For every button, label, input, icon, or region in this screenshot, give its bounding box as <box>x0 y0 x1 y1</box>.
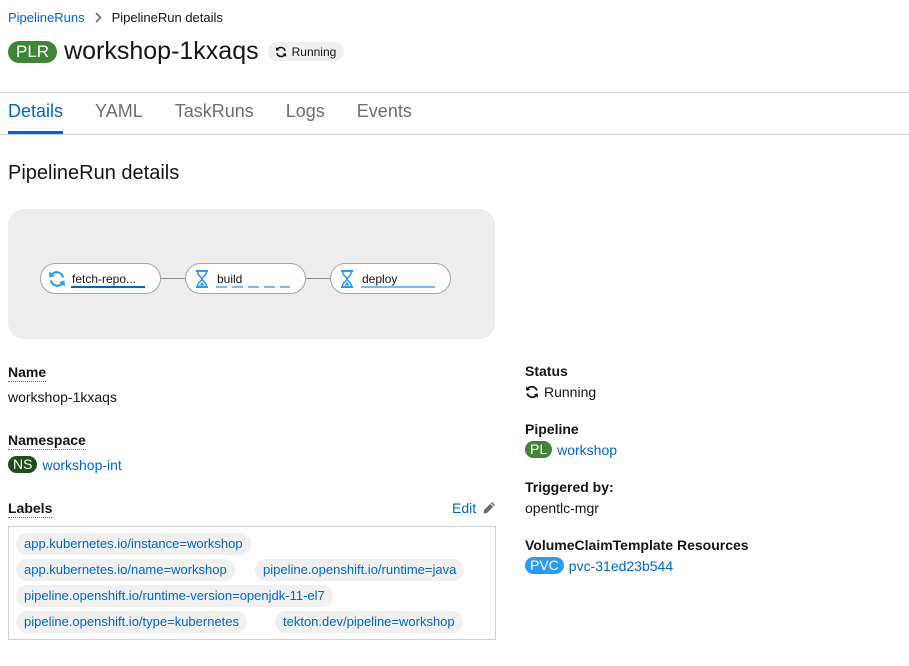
sync-icon <box>48 270 66 288</box>
status-label: Status <box>525 363 568 379</box>
graph-connector <box>306 278 330 279</box>
triggered-by-value: opentlc-mgr <box>525 500 599 516</box>
label-chip[interactable]: pipeline.openshift.io/runtime-version=op… <box>16 585 333 607</box>
page-title: workshop-1kxaqs <box>64 37 259 65</box>
volume-claim-value: PVC pvc-31ed23b544 <box>525 557 673 574</box>
hourglass-icon <box>338 269 356 288</box>
tab-yaml[interactable]: YAML <box>95 101 143 134</box>
sync-icon <box>525 385 539 399</box>
status-badge: Running <box>267 42 345 61</box>
pipeline-badge: PL <box>525 441 553 458</box>
name-label: Name <box>8 364 47 382</box>
task-node-label: fetch-repo... <box>72 271 137 286</box>
label-chip[interactable]: app.kubernetes.io/name=workshop <box>16 559 235 581</box>
pvc-link[interactable]: pvc-31ed23b544 <box>569 558 673 574</box>
pipelinerun-badge: PLR <box>8 40 58 63</box>
label-chip[interactable]: app.kubernetes.io/instance=workshop <box>16 533 251 555</box>
label-chip[interactable]: tekton.dev/pipeline=workshop <box>275 611 463 633</box>
page-header: PLR workshop-1kxaqs Running <box>8 37 345 66</box>
triggered-by-label: Triggered by: <box>525 479 614 495</box>
pipeline-graph: fetch-repo... build deploy <box>8 209 495 339</box>
labels-container: app.kubernetes.io/instance=workshop app.… <box>8 526 496 640</box>
name-value: workshop-1kxaqs <box>8 389 117 405</box>
label-chip[interactable]: pipeline.openshift.io/runtime=java <box>255 559 465 581</box>
section-title: PipelineRun details <box>8 162 180 184</box>
task-progress-bar <box>71 286 145 288</box>
tab-details[interactable]: Details <box>8 101 64 134</box>
labels-label: Labels <box>8 500 53 518</box>
tab-bar: Details YAML TaskRuns Logs Events <box>8 101 444 134</box>
pipeline-label: Pipeline <box>525 421 579 437</box>
header-divider <box>0 92 909 93</box>
task-node-fetch-repository[interactable]: fetch-repo... <box>40 263 161 294</box>
task-node-build[interactable]: build <box>185 263 306 294</box>
graph-connector <box>161 278 185 279</box>
pipeline-link[interactable]: workshop <box>557 442 617 458</box>
task-node-deploy[interactable]: deploy <box>330 263 451 294</box>
pencil-icon <box>483 502 496 514</box>
task-progress-bar <box>361 286 435 288</box>
tabs-divider <box>0 134 909 135</box>
edit-labels-button[interactable]: Edit <box>452 500 496 516</box>
edit-labels-label: Edit <box>452 500 477 516</box>
hourglass-icon <box>193 269 211 288</box>
status-value: Running <box>525 384 596 400</box>
sync-icon <box>275 46 286 57</box>
namespace-value: NS workshop-int <box>8 456 122 473</box>
breadcrumb-current: PipelineRun details <box>111 10 223 25</box>
breadcrumb: PipelineRuns PipelineRun details <box>8 10 223 25</box>
label-chip[interactable]: pipeline.openshift.io/type=kubernetes <box>16 611 248 633</box>
tab-logs[interactable]: Logs <box>286 101 325 134</box>
tab-events[interactable]: Events <box>357 101 412 134</box>
status-text: Running <box>544 384 597 400</box>
tab-taskruns[interactable]: TaskRuns <box>175 101 254 134</box>
volume-claim-label: VolumeClaimTemplate Resources <box>525 537 749 553</box>
task-node-label: build <box>217 271 243 286</box>
breadcrumb-pipelineruns-link[interactable]: PipelineRuns <box>8 10 85 25</box>
pvc-badge: PVC <box>525 557 564 574</box>
chevron-right-icon <box>95 12 102 23</box>
namespace-link[interactable]: workshop-int <box>42 457 121 473</box>
namespace-label: Namespace <box>8 432 86 450</box>
task-progress-bar <box>216 286 290 288</box>
namespace-badge: NS <box>8 456 38 473</box>
task-node-label: deploy <box>362 271 398 286</box>
pipeline-value: PL workshop <box>525 441 617 458</box>
status-badge-label: Running <box>291 44 337 59</box>
